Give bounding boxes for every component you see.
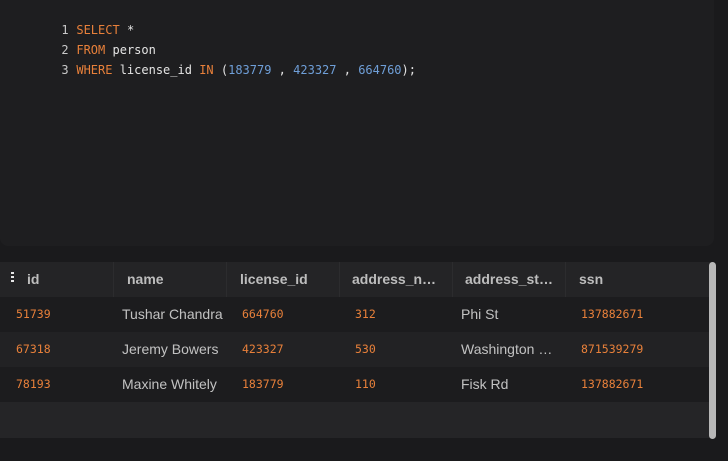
table-cell[interactable]: 183779 [242,367,337,402]
column-header-name[interactable]: name [127,262,227,297]
column-resize-handle[interactable] [452,262,453,297]
punctuation-token: , [336,63,359,77]
results-header-row: id name license_id address_nu... address… [0,262,714,297]
table-cell[interactable]: 530 [355,332,450,367]
table-cell[interactable]: 664760 [242,297,337,332]
table-cell[interactable]: Tushar Chandra [122,297,227,332]
code-line-1[interactable]: 1 SELECT * [0,0,134,37]
table-cell[interactable]: 137882671 [581,367,691,402]
line-number: 3 [61,63,69,77]
empty-grid-area [0,402,714,438]
vertical-dots-icon[interactable] [11,272,14,282]
column-header-license-id[interactable]: license_id [240,262,338,297]
table-cell[interactable]: 67318 [16,332,106,367]
column-resize-handle[interactable] [339,262,340,297]
column-resize-handle[interactable] [113,262,114,297]
identifier-token: license_id [112,63,200,77]
table-row[interactable]: 78193 Maxine Whitely 183779 110 Fisk Rd … [0,367,714,402]
table-cell[interactable]: 137882671 [581,297,691,332]
column-header-id[interactable]: id [27,262,107,297]
results-grid: id name license_id address_nu... address… [0,262,714,440]
code-line-2[interactable]: 2 FROM person [0,20,155,57]
column-header-address-number[interactable]: address_nu... [352,262,442,297]
sql-editor[interactable]: 1 SELECT * 2 FROM person 3 WHERE license_id… [0,0,714,246]
table-cell[interactable]: Washington Pl... [461,332,557,367]
table-cell[interactable]: 871539279 [581,332,691,367]
number-token: 664760 [358,63,402,77]
table-cell[interactable]: 312 [355,297,450,332]
table-cell[interactable]: 78193 [16,367,106,402]
table-cell[interactable]: Phi St [461,297,557,332]
column-resize-handle[interactable] [226,262,227,297]
keyword-token: IN [199,63,214,77]
table-cell[interactable]: 110 [355,367,450,402]
table-cell[interactable]: Fisk Rd [461,367,557,402]
vertical-scrollbar[interactable] [709,262,716,439]
table-cell[interactable]: 51739 [16,297,106,332]
column-resize-handle[interactable] [565,262,566,297]
number-token: 423327 [293,63,337,77]
code-line-3[interactable]: 3 WHERE license_id IN (183779 , 423327 , … [0,40,416,77]
number-token: 183779 [228,63,272,77]
column-header-address-street[interactable]: address_str... [465,262,555,297]
table-row[interactable]: 67318 Jeremy Bowers 423327 530 Washingto… [0,332,714,367]
table-cell[interactable]: Jeremy Bowers [122,332,227,367]
punctuation-token: ( [213,63,229,77]
table-row[interactable]: 51739 Tushar Chandra 664760 312 Phi St 1… [0,297,714,332]
column-header-ssn[interactable]: ssn [579,262,689,297]
table-cell[interactable]: 423327 [242,332,337,367]
keyword-token: WHERE [76,63,113,77]
table-cell[interactable]: Maxine Whitely [122,367,227,402]
punctuation-token: , [271,63,294,77]
punctuation-token: ); [401,63,416,77]
sql-workspace: 1 SELECT * 2 FROM person 3 WHERE license_id… [0,0,728,461]
